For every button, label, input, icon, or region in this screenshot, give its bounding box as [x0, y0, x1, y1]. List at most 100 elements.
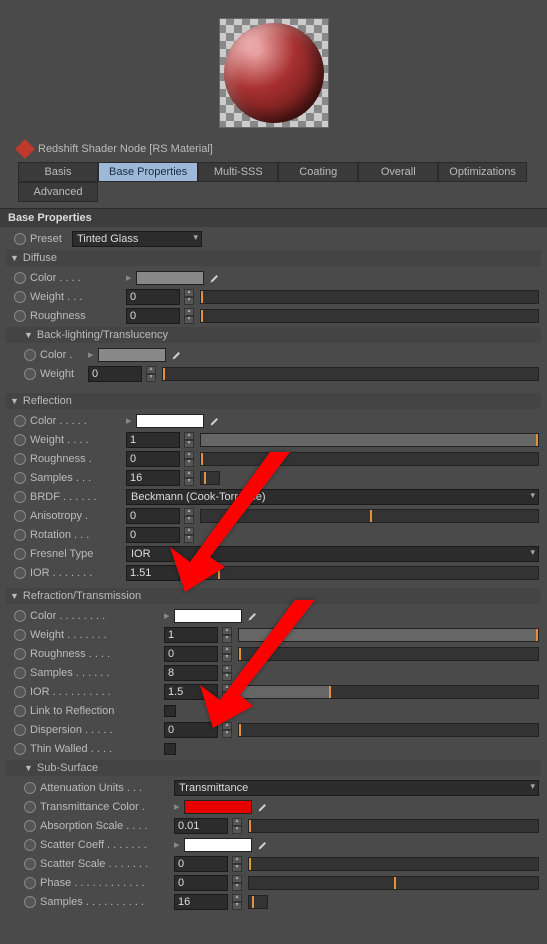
refl-ior-label: IOR . . . . . . . — [30, 567, 122, 579]
annotation-arrow — [195, 600, 325, 733]
anim-dot[interactable] — [14, 724, 26, 736]
bl-color-swatch[interactable] — [98, 348, 166, 362]
anim-dot[interactable] — [24, 896, 36, 908]
bl-weight-input[interactable] — [88, 366, 142, 382]
refl-weight-input[interactable] — [126, 432, 180, 448]
refr-link-checkbox[interactable] — [164, 705, 176, 717]
ss-scattercoeff-label: Scatter Coeff . . . . . . . — [40, 839, 170, 851]
refr-ior-label: IOR . . . . . . . . . . — [30, 686, 160, 698]
tab-overall[interactable]: Overall — [358, 162, 438, 182]
preview-area — [0, 0, 547, 136]
anim-dot[interactable] — [14, 705, 26, 717]
eyedropper-icon[interactable] — [256, 838, 270, 852]
spinner[interactable]: ▴▾ — [232, 894, 242, 910]
anim-dot[interactable] — [14, 434, 26, 446]
refr-color-label: Color . . . . . . . . — [30, 610, 160, 622]
ss-scatterscale-slider[interactable] — [248, 857, 539, 871]
anim-dot[interactable] — [24, 782, 36, 794]
anim-dot[interactable] — [14, 610, 26, 622]
refr-thin-label: Thin Walled . . . . — [30, 743, 160, 755]
bl-weight-slider[interactable] — [162, 367, 539, 381]
anim-dot[interactable] — [14, 291, 26, 303]
tab-coating[interactable]: Coating — [278, 162, 358, 182]
anim-dot[interactable] — [24, 349, 36, 361]
refl-color-swatch[interactable] — [136, 414, 204, 428]
refr-roughness-label: Roughness . . . . — [30, 648, 160, 660]
ss-absorb-slider[interactable] — [248, 819, 539, 833]
tab-bar: Basis Base Properties Multi-SSS Coating … — [0, 162, 547, 208]
anim-dot[interactable] — [24, 839, 36, 851]
anim-dot[interactable] — [14, 510, 26, 522]
ss-samples-label: Samples . . . . . . . . . . — [40, 896, 170, 908]
anim-dot[interactable] — [24, 820, 36, 832]
ss-atten-label: Attenuation Units . . . — [40, 782, 170, 794]
spinner[interactable]: ▴▾ — [184, 432, 194, 448]
eyedropper-icon[interactable] — [256, 800, 270, 814]
bl-weight-label: Weight — [40, 368, 84, 380]
ss-transcolor-swatch[interactable] — [184, 800, 252, 814]
anim-dot[interactable] — [24, 801, 36, 813]
group-diffuse-header[interactable]: ▼Diffuse — [6, 250, 541, 266]
anim-dot[interactable] — [14, 529, 26, 541]
spinner[interactable]: ▴▾ — [184, 308, 194, 324]
section-title: Base Properties — [0, 208, 547, 227]
diffuse-weight-slider[interactable] — [200, 290, 539, 304]
anim-dot[interactable] — [14, 567, 26, 579]
group-reflection-header[interactable]: ▼Reflection — [6, 393, 541, 409]
spinner[interactable]: ▴▾ — [232, 856, 242, 872]
node-title: Redshift Shader Node [RS Material] — [38, 143, 213, 155]
diffuse-roughness-input[interactable] — [126, 308, 180, 324]
anim-dot[interactable] — [14, 415, 26, 427]
refl-weight-slider[interactable] — [200, 433, 539, 447]
anim-dot[interactable] — [24, 877, 36, 889]
preset-label: Preset — [30, 233, 68, 245]
anim-dot[interactable] — [24, 858, 36, 870]
anim-dot[interactable] — [14, 667, 26, 679]
eyedropper-icon[interactable] — [208, 414, 222, 428]
spinner[interactable]: ▴▾ — [232, 818, 242, 834]
ss-phase-input[interactable] — [174, 875, 228, 891]
tab-advanced[interactable]: Advanced — [18, 182, 98, 202]
anim-dot[interactable] — [14, 686, 26, 698]
anim-dot[interactable] — [24, 368, 36, 380]
refr-thin-checkbox[interactable] — [164, 743, 176, 755]
ss-absorb-input[interactable] — [174, 818, 228, 834]
anim-dot[interactable] — [14, 310, 26, 322]
anim-dot[interactable] — [14, 453, 26, 465]
spinner[interactable]: ▴▾ — [232, 875, 242, 891]
anim-dot[interactable] — [14, 743, 26, 755]
tab-optimizations[interactable]: Optimizations — [438, 162, 527, 182]
spinner[interactable]: ▴▾ — [146, 366, 156, 382]
ss-phase-slider[interactable] — [248, 876, 539, 890]
anim-dot[interactable] — [14, 648, 26, 660]
ss-scattercoeff-swatch[interactable] — [184, 838, 252, 852]
ss-transcolor-label: Transmittance Color . — [40, 801, 170, 813]
refl-fresnel-label: Fresnel Type — [30, 548, 122, 560]
diffuse-roughness-slider[interactable] — [200, 309, 539, 323]
tab-basis[interactable]: Basis — [18, 162, 98, 182]
anim-dot[interactable] — [14, 472, 26, 484]
tab-multi-sss[interactable]: Multi-SSS — [198, 162, 278, 182]
anim-dot[interactable] — [14, 491, 26, 503]
ss-samples-input[interactable] — [174, 894, 228, 910]
eyedropper-icon[interactable] — [208, 271, 222, 285]
diffuse-color-swatch[interactable] — [136, 271, 204, 285]
ss-scatterscale-input[interactable] — [174, 856, 228, 872]
anim-dot[interactable] — [14, 233, 26, 245]
diffuse-color-label: Color . . . . — [30, 272, 122, 284]
group-subsurface-header[interactable]: ▼Sub-Surface — [6, 760, 541, 776]
refr-samples-label: Samples . . . . . . — [30, 667, 160, 679]
anim-dot[interactable] — [14, 272, 26, 284]
anim-dot[interactable] — [14, 548, 26, 560]
tab-base-properties[interactable]: Base Properties — [98, 162, 198, 182]
anim-dot[interactable] — [14, 629, 26, 641]
group-backlighting-header[interactable]: ▼Back-lighting/Translucency — [6, 327, 541, 343]
spinner[interactable]: ▴▾ — [184, 289, 194, 305]
ss-samples-slider[interactable] — [248, 895, 268, 909]
eyedropper-icon[interactable] — [170, 348, 184, 362]
ss-atten-dropdown[interactable]: Transmittance — [174, 780, 539, 796]
preset-dropdown[interactable]: Tinted Glass — [72, 231, 202, 247]
diffuse-weight-input[interactable] — [126, 289, 180, 305]
material-preview-sphere — [219, 18, 329, 128]
ss-scatterscale-label: Scatter Scale . . . . . . . — [40, 858, 170, 870]
